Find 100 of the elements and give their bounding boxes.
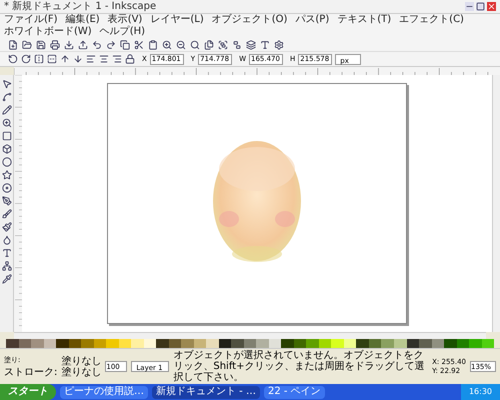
- minimize-icon[interactable]: [465, 2, 474, 11]
- pipette-icon[interactable]: [2, 274, 12, 284]
- color-swatch[interactable]: [419, 339, 432, 348]
- menu-item[interactable]: オブジェクト(O): [212, 14, 288, 26]
- lower-icon[interactable]: [73, 54, 83, 64]
- ungroup-icon[interactable]: [232, 40, 242, 50]
- color-swatch[interactable]: [406, 339, 420, 348]
- flip-horizontal-icon[interactable]: [34, 54, 44, 64]
- color-swatch[interactable]: [394, 339, 406, 348]
- color-swatch[interactable]: [44, 339, 56, 348]
- droplet-icon[interactable]: [2, 235, 12, 245]
- rectangle-icon[interactable]: [2, 131, 12, 141]
- redo-icon[interactable]: [106, 40, 116, 50]
- export-icon[interactable]: [78, 40, 88, 50]
- color-swatch[interactable]: [81, 339, 94, 348]
- color-swatch[interactable]: [456, 339, 470, 348]
- color-swatch[interactable]: [168, 339, 182, 348]
- color-swatch[interactable]: [432, 339, 444, 348]
- pencil-icon[interactable]: [2, 105, 12, 115]
- text-tool-icon[interactable]: [2, 248, 12, 258]
- menu-item[interactable]: ホワイトボード(W): [4, 26, 92, 38]
- align-left-icon[interactable]: [86, 54, 96, 64]
- close-icon[interactable]: [487, 2, 496, 11]
- color-swatch[interactable]: [294, 339, 306, 348]
- pointer-icon[interactable]: [2, 79, 12, 89]
- node-icon[interactable]: [2, 92, 12, 102]
- menu-item[interactable]: テキスト(T): [337, 14, 392, 26]
- color-swatch[interactable]: [281, 339, 294, 348]
- color-swatch[interactable]: [256, 339, 269, 348]
- menu-item[interactable]: 表示(V): [108, 14, 142, 26]
- menu-item[interactable]: エフェクト(C): [399, 14, 464, 26]
- color-swatch[interactable]: [318, 339, 332, 348]
- color-swatch[interactable]: [156, 339, 169, 348]
- menu-item[interactable]: レイヤー(L): [150, 14, 204, 26]
- color-swatch[interactable]: [444, 339, 457, 348]
- brush-icon[interactable]: [2, 209, 12, 219]
- flip-vertical-icon[interactable]: [47, 54, 57, 64]
- pen-icon[interactable]: [2, 196, 12, 206]
- zoom-icon[interactable]: [2, 118, 12, 128]
- color-swatch[interactable]: [56, 339, 69, 348]
- align-right-icon[interactable]: [112, 54, 122, 64]
- color-swatch[interactable]: [206, 339, 219, 348]
- taskbar-button[interactable]: 新規ドキュメント - …: [152, 386, 260, 398]
- rotate-left-icon[interactable]: [8, 54, 18, 64]
- color-swatch[interactable]: [144, 339, 156, 348]
- star-icon[interactable]: [2, 170, 12, 180]
- color-swatch[interactable]: [18, 339, 32, 348]
- duplicate-icon[interactable]: [204, 40, 214, 50]
- save-icon[interactable]: [36, 40, 46, 50]
- color-swatch[interactable]: [181, 339, 194, 348]
- color-swatch[interactable]: [218, 339, 232, 348]
- color-swatch[interactable]: [381, 339, 394, 348]
- lock-icon[interactable]: [125, 54, 135, 64]
- group-icon[interactable]: [218, 40, 228, 50]
- zoom-out-icon[interactable]: [176, 40, 186, 50]
- menu-item[interactable]: 編集(E): [66, 14, 100, 26]
- menu-item[interactable]: パス(P): [295, 14, 330, 26]
- circle-icon[interactable]: [2, 157, 12, 167]
- menu-item[interactable]: ファイル(F): [4, 14, 58, 26]
- cut-icon[interactable]: [134, 40, 144, 50]
- import-icon[interactable]: [64, 40, 74, 50]
- scrollbar[interactable]: [14, 332, 486, 339]
- maximize-icon[interactable]: [476, 2, 485, 11]
- copy-icon[interactable]: [120, 40, 130, 50]
- color-swatch[interactable]: [356, 339, 369, 348]
- connector-icon[interactable]: [2, 261, 12, 271]
- color-swatch[interactable]: [31, 339, 44, 348]
- color-swatch[interactable]: [268, 339, 282, 348]
- raise-icon[interactable]: [60, 54, 70, 64]
- text-icon[interactable]: [260, 40, 270, 50]
- color-swatch[interactable]: [482, 339, 494, 348]
- new-file-icon[interactable]: [8, 40, 18, 50]
- color-swatch[interactable]: [118, 339, 132, 348]
- zoom-in-icon[interactable]: [162, 40, 172, 50]
- settings-icon[interactable]: [274, 40, 284, 50]
- start-button[interactable]: スタート: [0, 384, 56, 400]
- color-swatch[interactable]: [194, 339, 206, 348]
- menu-item[interactable]: ヘルプ(H): [100, 26, 146, 38]
- color-swatch[interactable]: [231, 339, 244, 348]
- align-center-icon[interactable]: [99, 54, 109, 64]
- folder-icon[interactable]: [22, 40, 32, 50]
- rotate-right-icon[interactable]: [21, 54, 31, 64]
- color-swatch[interactable]: [368, 339, 382, 348]
- printer-icon[interactable]: [50, 40, 60, 50]
- color-swatch[interactable]: [131, 339, 144, 348]
- taskbar-button[interactable]: ピーナの使用説…: [60, 386, 148, 398]
- color-swatch[interactable]: [68, 339, 82, 348]
- scrollbar[interactable]: [492, 75, 500, 332]
- color-swatch[interactable]: [344, 339, 356, 348]
- color-swatch[interactable]: [306, 339, 319, 348]
- taskbar-button[interactable]: 22 - ペイン: [264, 386, 325, 398]
- color-swatch[interactable]: [244, 339, 256, 348]
- color-swatch[interactable]: [106, 339, 119, 348]
- color-swatch[interactable]: [94, 339, 106, 348]
- color-swatch[interactable]: [6, 339, 19, 348]
- layers-icon[interactable]: [246, 40, 256, 50]
- color-swatch[interactable]: [331, 339, 344, 348]
- clipboard-icon[interactable]: [148, 40, 158, 50]
- color-swatch[interactable]: [469, 339, 482, 348]
- search-icon[interactable]: [190, 40, 200, 50]
